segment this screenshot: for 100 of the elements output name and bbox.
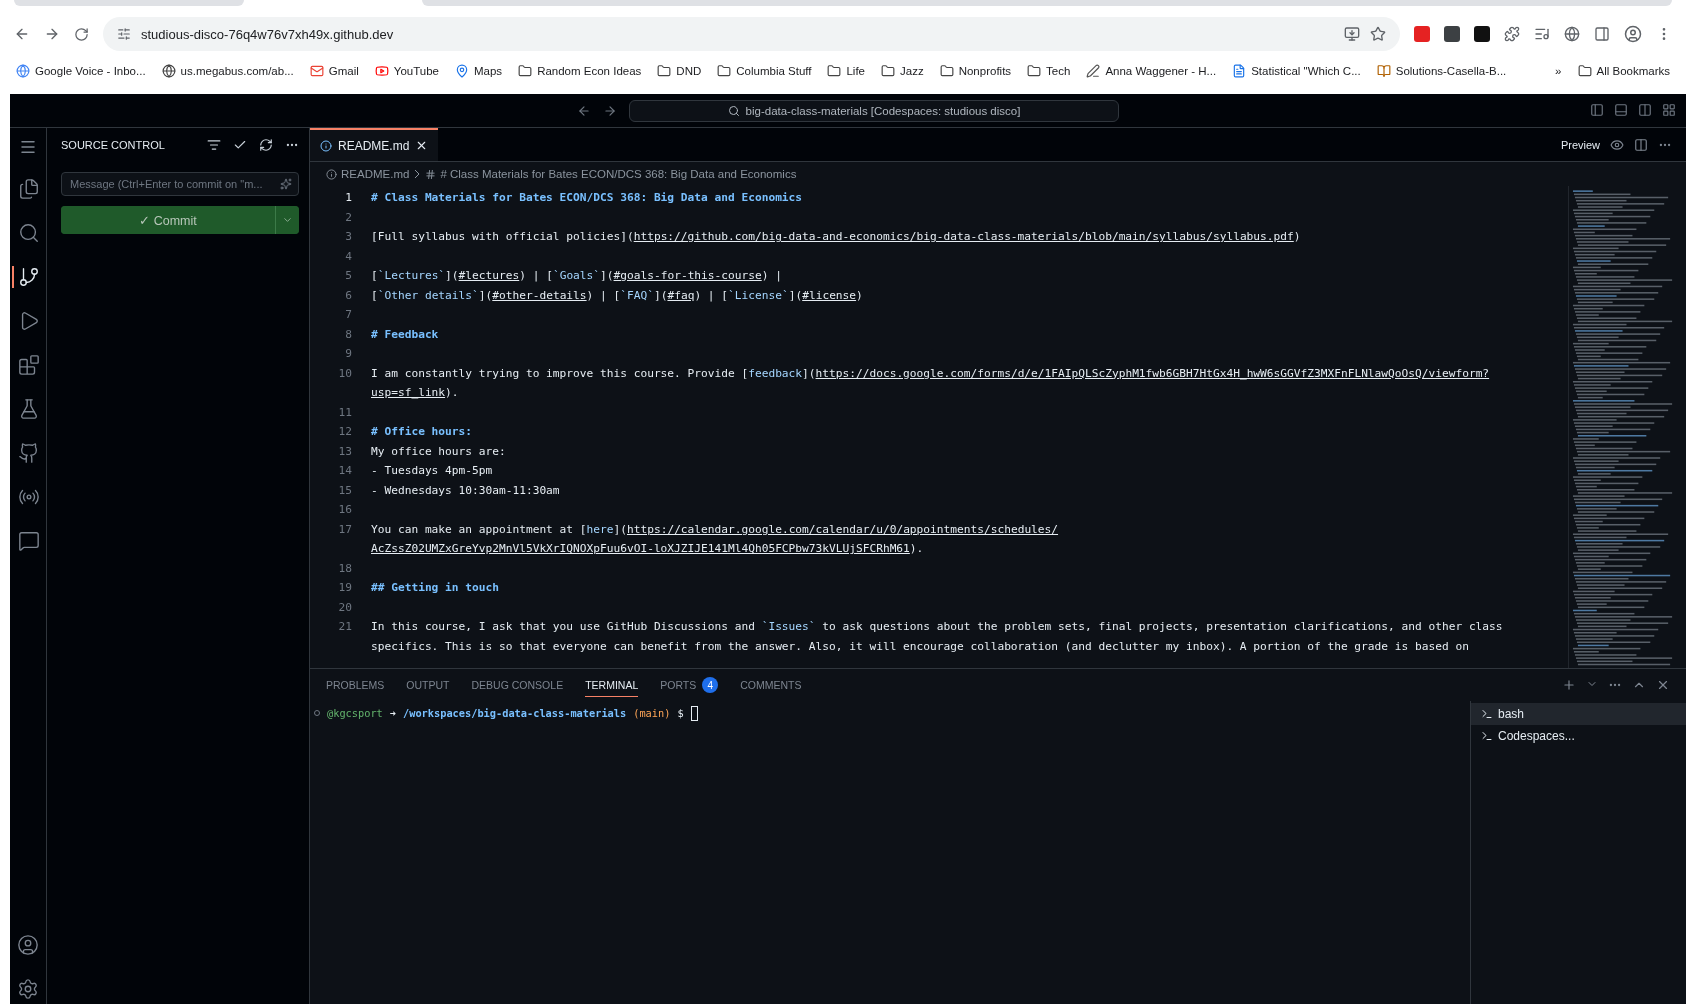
link-text[interactable]: https://github.com/big-data-and-economics/big-data-class-materials/blob/main/syllabus/syllabus.pdf <box>633 227 1294 247</box>
bookmark-link[interactable]: Columbia Stuff <box>717 64 812 78</box>
split-editor-icon[interactable] <box>1634 137 1648 152</box>
extension-icon[interactable] <box>1444 26 1460 42</box>
command-center[interactable]: big-data-class-materials [Codespaces: studious disco] <box>629 99 1119 122</box>
check-icon[interactable] <box>233 138 247 152</box>
panel-tab[interactable]: PORTS 4 <box>660 671 719 699</box>
menu-icon[interactable] <box>19 138 37 156</box>
bookmark-link[interactable]: Google Voice - Inbo... <box>16 64 146 78</box>
layout-icon[interactable] <box>1590 103 1604 117</box>
link-text[interactable]: AcZssZ02UMZxGreYvp2MnVl5VkXrIQNOXpFuu6vOI-loXJZIJE141Ml4Qh05FCPbw73kVLUjSFCRhM61 <box>371 539 910 559</box>
add-icon[interactable] <box>1562 678 1576 692</box>
folder-icon <box>939 64 954 78</box>
code-text: ]( <box>788 287 803 304</box>
panel-tab[interactable]: TERMINAL <box>585 673 639 697</box>
link-text[interactable]: #faq <box>667 285 695 305</box>
url-text: studious-disco-76q4w76v7xh49x.github.dev <box>141 26 395 42</box>
line-number: 16 <box>337 502 353 518</box>
panel-tab[interactable]: PROBLEMS <box>326 673 385 697</box>
layout-icon[interactable] <box>1638 103 1652 117</box>
link-text[interactable]: https://calendar.google.com/calendar/u/0/appointments/schedules/ <box>627 519 1059 539</box>
commit-message-field[interactable]: Message (Ctrl+Enter to commit on "m... <box>61 172 299 196</box>
bookmark-link[interactable]: Statistical "Which C... <box>1232 64 1361 78</box>
preview-icon[interactable] <box>1610 137 1624 152</box>
code-text: specifics. This is so that everyone can benefit from the answer. Also, it will encourage collaboration (and declutter my inbox). A portion of the grade is based on <box>371 638 1469 655</box>
bookmark-star-icon[interactable] <box>1370 26 1386 42</box>
refresh-icon[interactable] <box>259 138 273 152</box>
code-text: `Goals` <box>552 268 601 284</box>
link-text[interactable]: #license <box>802 285 857 305</box>
panel-tab[interactable]: COMMENTS <box>740 673 802 697</box>
bookmark-link[interactable]: Solutions-Casella-B... <box>1376 64 1507 78</box>
sparkle-icon[interactable] <box>280 178 292 190</box>
layout-icon[interactable] <box>1614 103 1628 117</box>
account-icon[interactable] <box>17 934 39 956</box>
bookmark-link[interactable]: Tech <box>1027 64 1071 78</box>
commit-button[interactable]: ✓ Commit <box>61 206 275 234</box>
editor-tab[interactable]: README.md <box>310 128 439 161</box>
code-text: here <box>586 521 614 538</box>
more-bookmarks-button[interactable]: » <box>1555 65 1562 77</box>
layout-icon[interactable] <box>1662 103 1676 117</box>
avatar-icon[interactable] <box>1624 25 1642 43</box>
side-panel-icon[interactable] <box>1594 26 1610 42</box>
line-number: 13 <box>337 443 353 460</box>
bookmark-icon <box>455 64 469 78</box>
link-text[interactable]: #lectures <box>458 266 520 286</box>
media-icon[interactable] <box>1534 26 1550 42</box>
reload-icon[interactable] <box>74 26 89 42</box>
link-text[interactable]: #goals-for-this-course <box>613 266 762 286</box>
bookmark-link[interactable]: Life <box>827 64 865 78</box>
line-number: 19 <box>337 580 353 596</box>
code-text: ). <box>909 541 924 557</box>
bookmark-link[interactable]: Maps <box>455 64 503 78</box>
code-text: ]( <box>445 268 459 284</box>
extensions-icon[interactable] <box>1504 26 1520 42</box>
heading-icon <box>425 168 437 180</box>
link-text[interactable]: https://docs.google.com/forms/d/e/1FAIpQLScZyphM1fwb6GBH7HtGx4H_hwW6sGGVfZ3MXFnFLNlawQoOsQ/viewform? <box>815 363 1490 383</box>
terminal-icon <box>1481 708 1493 720</box>
search-icon <box>727 104 740 117</box>
line-number: 18 <box>337 560 353 577</box>
folder-icon <box>1577 64 1592 78</box>
code-text: ]( <box>802 365 816 382</box>
folder-icon <box>657 64 672 78</box>
panel-tab[interactable]: DEBUG CONSOLE <box>471 673 564 697</box>
list-icon[interactable] <box>207 138 221 152</box>
preview-label[interactable]: Preview <box>1560 138 1600 151</box>
code-text: ) | <box>761 268 782 284</box>
bookmark-link[interactable]: Gmail <box>309 64 359 78</box>
line-number: 11 <box>337 404 353 421</box>
site-settings-icon[interactable] <box>117 27 131 41</box>
forward-icon[interactable] <box>44 26 60 42</box>
extension-icon[interactable] <box>1474 26 1490 42</box>
terminal-item[interactable]: bash <box>1471 703 1686 725</box>
forward-icon[interactable] <box>603 103 617 118</box>
back-icon[interactable] <box>14 26 30 42</box>
code-text: ) <box>1293 229 1301 245</box>
address-bar[interactable]: studious-disco-76q4w76v7xh49x.github.dev <box>103 17 1400 51</box>
code-text: # Feedback <box>371 326 439 343</box>
link-text[interactable]: usp=sf_link <box>371 383 446 403</box>
bookmark-link[interactable]: Random Econ Ideas <box>518 64 642 78</box>
bookmark-link[interactable]: Jazz <box>881 64 924 78</box>
code-text: You can make an appointment at [ <box>371 521 587 538</box>
globe-icon[interactable] <box>1564 26 1580 42</box>
settings-icon[interactable] <box>17 978 39 1000</box>
link-text[interactable]: #other-details <box>492 285 587 305</box>
cursor-icon <box>690 705 698 721</box>
back-icon[interactable] <box>577 103 591 118</box>
bookmark-link[interactable]: DND <box>657 64 702 78</box>
panel-tab[interactable]: OUTPUT <box>406 673 450 697</box>
line-number: 1 <box>344 190 353 206</box>
bookmark-link[interactable]: Nonprofits <box>939 64 1012 78</box>
bookmark-link[interactable]: All Bookmarks <box>1577 64 1670 78</box>
bookmark-link[interactable]: Anna Waggener - H... <box>1086 64 1217 78</box>
bookmark-link[interactable]: YouTube <box>374 64 439 78</box>
code-text: # Class Materials for Bates ECON/DCS 368: Big Data and Economics <box>371 190 803 206</box>
terminal-item[interactable]: Codespaces... <box>1471 725 1686 747</box>
bookmark-link[interactable]: us.megabus.com/ab... <box>161 64 294 78</box>
breadcrumb-item[interactable]: README.md <box>326 168 410 180</box>
install-icon[interactable] <box>1344 26 1360 42</box>
prompt-text: @kgcsport <box>327 707 383 719</box>
code-text: [ <box>371 268 378 284</box>
